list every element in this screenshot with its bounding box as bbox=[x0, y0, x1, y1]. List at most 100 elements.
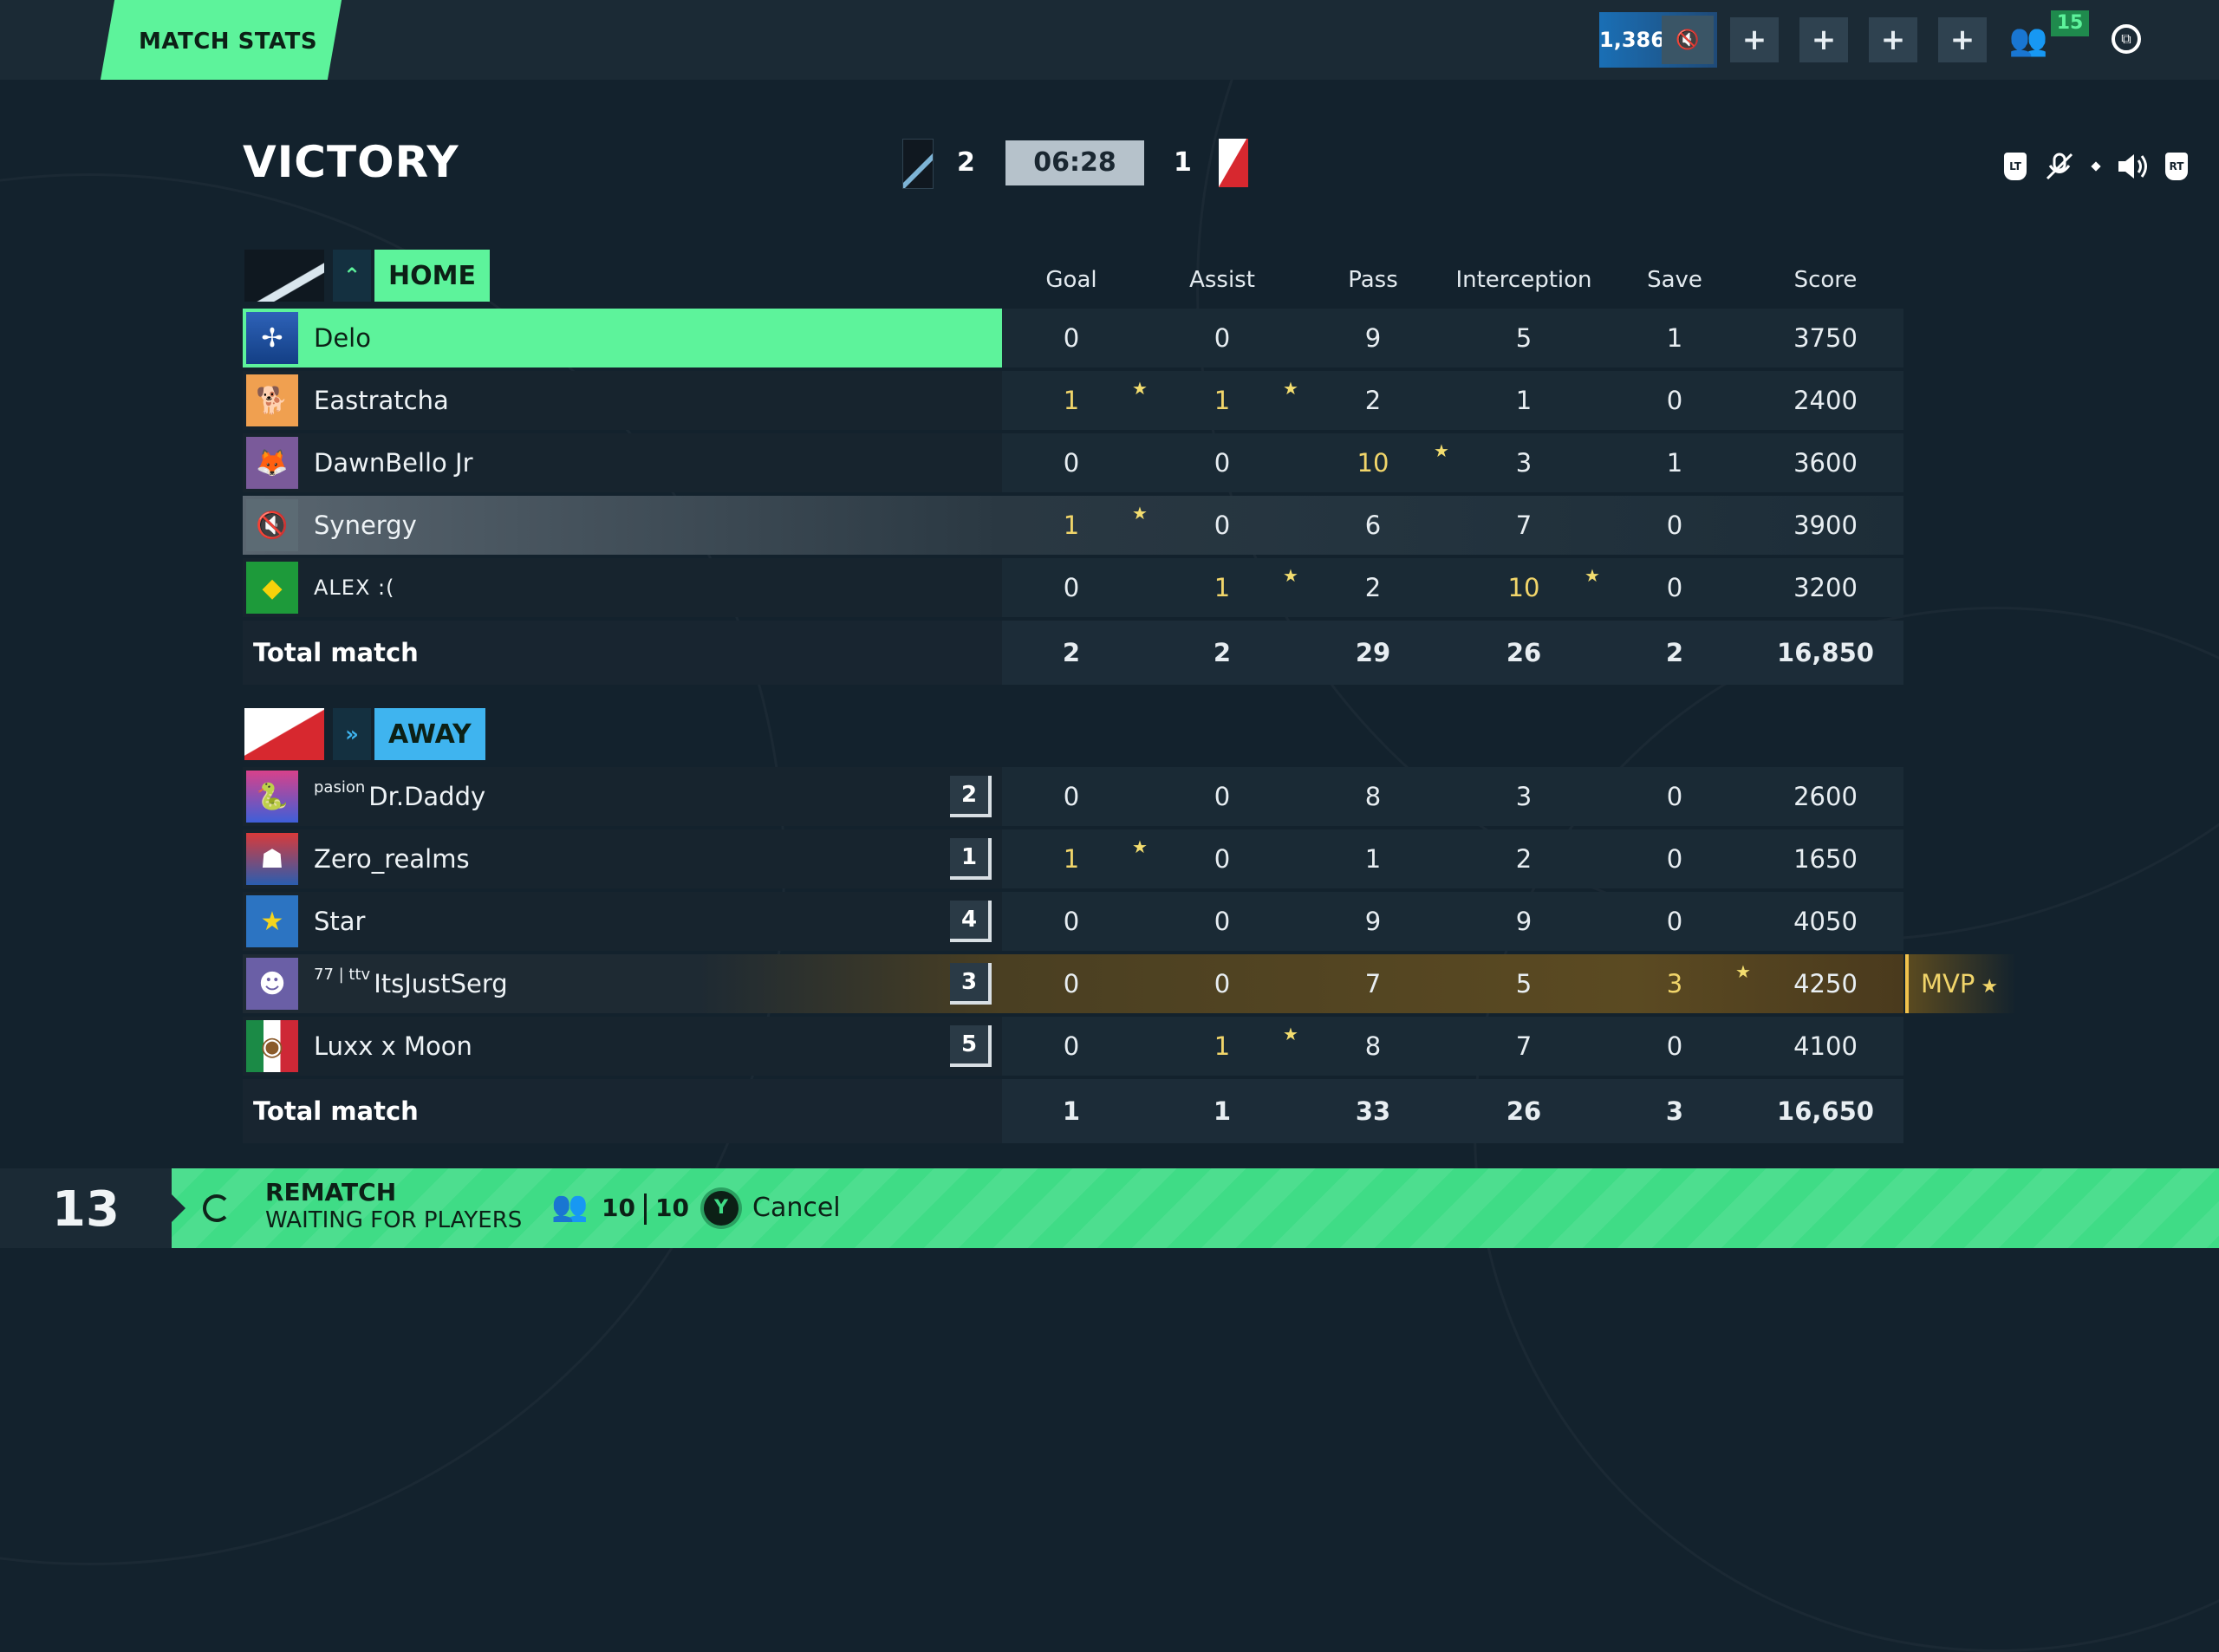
stat-score: 4100 bbox=[1793, 1031, 1858, 1061]
menu-icon[interactable]: ⧉ bbox=[2112, 24, 2141, 54]
total-score: 16,850 bbox=[1777, 638, 1874, 667]
stat-save: 3 bbox=[1666, 969, 1683, 998]
total-row: Total match 2 2 29 26 2 16,850 bbox=[243, 621, 1903, 685]
speaker-icon[interactable] bbox=[2115, 149, 2150, 184]
home-team-flag-large bbox=[244, 250, 324, 302]
rt-button-icon[interactable]: RT bbox=[2165, 153, 2188, 180]
stat-pass: 2 bbox=[1364, 573, 1382, 602]
stat-score: 3600 bbox=[1793, 448, 1858, 478]
column-header-interception: Interception bbox=[1455, 267, 1592, 293]
stat-goal: 0 bbox=[1063, 782, 1080, 811]
friends-icon[interactable]: 👥 bbox=[2006, 17, 2051, 62]
player-row[interactable]: 🐍 pasion Dr.Daddy 2 0 0 8 3 0 2600 bbox=[243, 767, 1903, 826]
player-row[interactable]: ★ Star 4 0 0 9 9 0 4050 bbox=[243, 892, 1903, 951]
player-rank-badge: 2 bbox=[950, 776, 992, 817]
tab-match-stats-label[interactable]: MATCH STATS bbox=[139, 0, 317, 80]
player-row[interactable]: ☗ Zero_realms 1 1 ★ 0 1 2 0 1650 bbox=[243, 829, 1903, 888]
star-icon: ★ bbox=[1132, 503, 1148, 524]
player-name: 77 | ttv ItsJustSerg bbox=[314, 954, 508, 1013]
total-goal: 2 bbox=[1062, 638, 1081, 667]
robot-avatar: ☻ bbox=[246, 958, 298, 1010]
player-row[interactable]: ☻ 77 | ttv ItsJustSerg 3 0 0 7 5 3 ★ 4250 MVP ★ bbox=[243, 954, 2016, 1013]
add-button-3[interactable]: + bbox=[1869, 17, 1917, 62]
stat-pass: 7 bbox=[1364, 969, 1382, 998]
stat-goal: 0 bbox=[1063, 969, 1080, 998]
shiba-avatar: 🐕 bbox=[246, 374, 298, 426]
currency-display[interactable]: 1,386 🔇 bbox=[1599, 12, 1717, 68]
stat-score: 1650 bbox=[1793, 844, 1858, 874]
y-button-icon[interactable]: Y bbox=[704, 1191, 739, 1226]
player-row[interactable]: ✢ Delo 0 0 9 5 1 3750 bbox=[243, 309, 1903, 367]
rematch-bar: 13 REMATCH WAITING FOR PLAYERS 👥 10 10 Y … bbox=[0, 1168, 2219, 1248]
player-rank-badge: 5 bbox=[950, 1025, 992, 1067]
add-button-1[interactable]: + bbox=[1730, 17, 1779, 62]
star-icon: ★ bbox=[1132, 378, 1148, 399]
away-team-name: AWAY bbox=[374, 708, 485, 760]
player-name-text: Delo bbox=[314, 323, 371, 353]
stat-save: 0 bbox=[1666, 573, 1683, 602]
total-goal: 1 bbox=[1062, 1096, 1081, 1126]
add-button-4[interactable]: + bbox=[1938, 17, 1987, 62]
stat-assist: 0 bbox=[1214, 448, 1231, 478]
stat-goal: 1 bbox=[1063, 844, 1080, 874]
star-icon: ★ bbox=[1283, 565, 1298, 586]
column-header-goal: Goal bbox=[1045, 267, 1097, 293]
player-name: ALEX :( bbox=[314, 558, 394, 617]
player-row[interactable]: ◆ ALEX :(0 1 ★ 2 10 ★ 0 3200 bbox=[243, 558, 1903, 617]
cobra-avatar: 🐍 bbox=[246, 771, 298, 823]
stat-goal: 0 bbox=[1063, 573, 1080, 602]
stat-goal: 0 bbox=[1063, 448, 1080, 478]
star-icon: ★ bbox=[1975, 976, 1999, 998]
star-icon: ★ bbox=[1132, 836, 1148, 857]
total-label: Total match bbox=[253, 638, 419, 667]
mic-muted-icon[interactable] bbox=[2042, 149, 2077, 184]
cancel-button[interactable]: Cancel bbox=[752, 1168, 841, 1248]
waiting-status: WAITING FOR PLAYERS bbox=[265, 1207, 523, 1233]
stat-save: 0 bbox=[1666, 511, 1683, 540]
rematch-label: REMATCH bbox=[265, 1178, 397, 1206]
stat-assist: 0 bbox=[1214, 782, 1231, 811]
stat-assist: 1 bbox=[1214, 573, 1231, 602]
countdown-box: 13 bbox=[0, 1168, 172, 1248]
star-icon: ★ bbox=[1585, 565, 1600, 586]
player-name-text: ALEX :( bbox=[314, 576, 395, 600]
stat-interception: 10 bbox=[1507, 573, 1540, 602]
match-result-title: VICTORY bbox=[243, 137, 459, 187]
player-row[interactable]: 🦊 DawnBello Jr 0 0 10 ★ 3 1 3600 bbox=[243, 433, 1903, 492]
player-name-text: Synergy bbox=[314, 511, 417, 540]
home-score: 2 bbox=[957, 147, 975, 178]
player-name: Eastratcha bbox=[314, 371, 449, 430]
stat-pass: 10 bbox=[1357, 448, 1389, 478]
currency-amount: 1,386 bbox=[1599, 28, 1665, 52]
stat-pass: 6 bbox=[1364, 511, 1382, 540]
top-bar: MATCH STATS 1,386 🔇 + + + + 👥 15 ⧉ bbox=[0, 0, 2219, 80]
stat-interception: 5 bbox=[1515, 969, 1532, 998]
stat-assist: 0 bbox=[1214, 969, 1231, 998]
stat-pass: 2 bbox=[1364, 386, 1382, 415]
player-row[interactable]: ◉ Luxx x Moon 5 0 1 ★ 8 7 0 4100 bbox=[243, 1017, 1903, 1076]
stat-score: 3900 bbox=[1793, 511, 1858, 540]
wind-turbine-avatar: ✢ bbox=[246, 312, 298, 364]
fox-avatar: 🦊 bbox=[246, 437, 298, 489]
away-emblem-icon: » bbox=[333, 708, 371, 760]
add-button-2[interactable]: + bbox=[1799, 17, 1848, 62]
players-icon: 👥 bbox=[551, 1189, 589, 1224]
player-rank-badge: 1 bbox=[950, 838, 992, 880]
total-interception: 26 bbox=[1506, 1096, 1542, 1126]
total-assist: 2 bbox=[1213, 638, 1232, 667]
player-row[interactable]: 🔇 Synergy 1 ★ 0 6 7 0 3900 bbox=[243, 496, 1903, 555]
muted-speaker-icon: 🔇 bbox=[1662, 16, 1714, 64]
players-total: 10 bbox=[654, 1193, 689, 1222]
players-ready: 10 bbox=[602, 1193, 635, 1222]
player-name-text: Eastratcha bbox=[314, 386, 449, 415]
player-row[interactable]: 🐕 Eastratcha 1 ★ 1 ★ 2 1 0 2400 bbox=[243, 371, 1903, 430]
away-score: 1 bbox=[1174, 147, 1192, 178]
player-name: Luxx x Moon bbox=[314, 1017, 472, 1076]
lt-button-icon[interactable]: LT bbox=[2004, 153, 2027, 180]
player-name: pasion Dr.Daddy bbox=[314, 767, 485, 826]
stat-score: 4050 bbox=[1793, 907, 1858, 936]
away-team-table: » AWAY 🐍 pasion Dr.Daddy 2 0 0 8 3 0 2600 ☗ Zero_re… bbox=[243, 705, 2016, 1147]
stat-score: 2400 bbox=[1793, 386, 1858, 415]
total-assist: 1 bbox=[1213, 1096, 1232, 1126]
player-name: Synergy bbox=[314, 496, 417, 555]
